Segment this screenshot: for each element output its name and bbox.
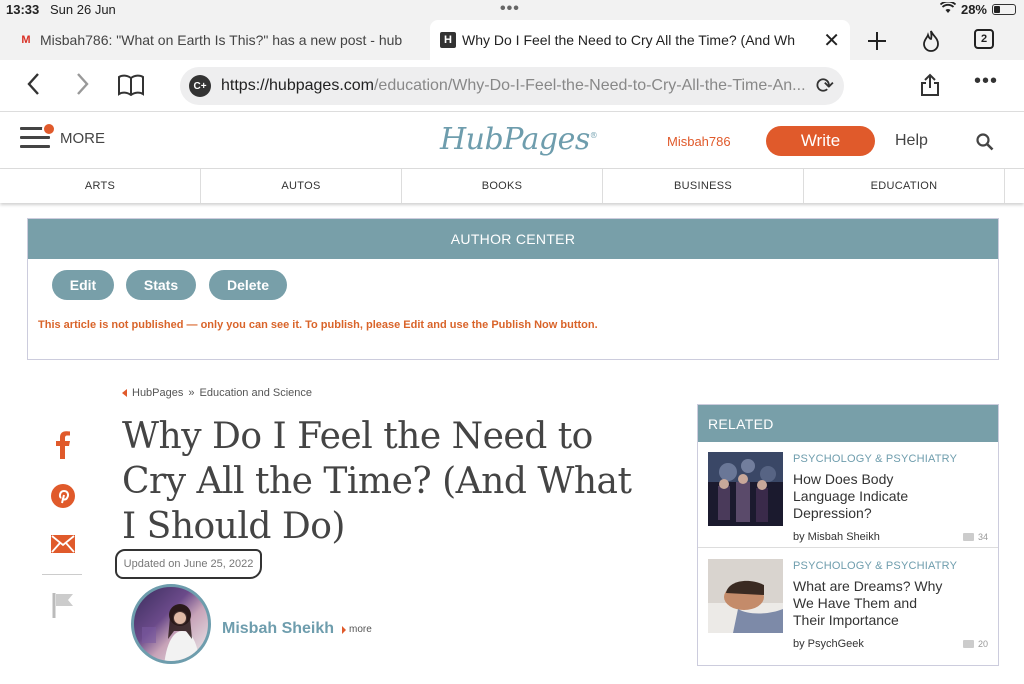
edit-button[interactable]: Edit <box>52 270 114 300</box>
breadcrumb-home[interactable]: HubPages <box>132 387 183 399</box>
category-books[interactable]: BOOKS <box>402 169 603 203</box>
updated-date: Updated on June 25, 2022 <box>115 549 262 579</box>
related-author[interactable]: by Misbah Sheikh <box>793 531 880 543</box>
related-title[interactable]: How Does Body Language Indicate Depressi… <box>793 471 943 522</box>
tab-gmail[interactable]: M Misbah786: "What on Earth Is This?" ha… <box>18 20 428 60</box>
url-text[interactable]: https://hubpages.com/education/Why-Do-I-… <box>221 77 806 95</box>
more-menu-label[interactable]: MORE <box>60 130 105 147</box>
back-icon[interactable] <box>26 72 40 103</box>
related-author[interactable]: by PsychGeek <box>793 638 864 650</box>
related-item[interactable]: PSYCHOLOGY & PSYCHIATRY How Does Body La… <box>698 442 998 548</box>
author-name-link[interactable]: Misbah Sheikh <box>222 620 334 638</box>
comment-count: 34 <box>962 532 988 542</box>
related-category[interactable]: PSYCHOLOGY & PSYCHIATRY <box>793 453 957 465</box>
tab-active-article[interactable]: H Why Do I Feel the Need to Cry All the … <box>430 20 850 60</box>
help-link[interactable]: Help <box>895 132 928 150</box>
search-icon[interactable] <box>976 133 994 151</box>
tab-count-button[interactable]: 2 <box>974 29 994 49</box>
related-title[interactable]: What are Dreams? Why We Have Them and Th… <box>793 578 943 629</box>
share-divider <box>42 574 82 575</box>
stats-button[interactable]: Stats <box>126 270 196 300</box>
new-tab-icon[interactable] <box>862 28 892 54</box>
author-more-link[interactable]: more <box>342 624 372 635</box>
comment-count: 20 <box>962 639 988 649</box>
hubpages-logo[interactable]: HubPages® <box>440 122 598 157</box>
site-header: MORE HubPages® Misbah786 Write Help <box>0 112 1024 169</box>
back-arrow-icon <box>122 389 127 397</box>
breadcrumb: HubPages » Education and Science <box>122 387 312 399</box>
author-center-heading: AUTHOR CENTER <box>28 219 998 259</box>
write-button[interactable]: Write <box>766 126 875 156</box>
delete-button[interactable]: Delete <box>209 270 287 300</box>
battery-percent: 28% <box>960 2 987 17</box>
gmail-icon: M <box>21 34 31 46</box>
clock: 13:33 <box>6 2 40 17</box>
reload-icon[interactable]: ⟳ <box>816 73 834 99</box>
related-item[interactable]: PSYCHOLOGY & PSYCHIATRY What are Dreams?… <box>698 549 998 655</box>
comment-bubble-icon <box>962 640 974 648</box>
breadcrumb-section[interactable]: Education and Science <box>200 387 313 399</box>
category-nav: ARTS AUTOS BOOKS BUSINESS EDUCATION <box>0 169 1024 203</box>
author-avatar[interactable] <box>131 584 211 664</box>
related-category[interactable]: PSYCHOLOGY & PSYCHIATRY <box>793 560 957 572</box>
ios-status-bar: 13:33 Sun 26 Jun ••• 28% <box>0 0 1024 20</box>
related-panel: RELATED PSYCHOLOGY & PSYCHIATRY How Does… <box>697 404 999 666</box>
related-thumbnail-crowd <box>708 452 783 526</box>
hubpages-favicon-icon: H <box>440 32 456 48</box>
related-heading: RELATED <box>698 405 998 442</box>
unpublished-warning: This article is not published — only you… <box>38 319 598 331</box>
flag-icon[interactable] <box>48 590 78 620</box>
author-center-panel: AUTHOR CENTER Edit Stats Delete This art… <box>27 218 999 360</box>
browser-nav-bar: C+ https://hubpages.com/education/Why-Do… <box>0 60 1024 112</box>
address-bar[interactable]: C+ https://hubpages.com/education/Why-Do… <box>180 67 844 105</box>
more-options-icon[interactable]: ••• <box>974 70 998 93</box>
category-arts[interactable]: ARTS <box>0 169 201 203</box>
date: Sun 26 Jun <box>50 2 116 17</box>
username-link[interactable]: Misbah786 <box>667 134 731 149</box>
multitasking-dots[interactable]: ••• <box>500 0 520 18</box>
email-icon[interactable] <box>48 529 78 559</box>
category-autos[interactable]: AUTOS <box>201 169 402 203</box>
site-badge-icon: C+ <box>189 75 211 97</box>
facebook-icon[interactable] <box>48 430 78 460</box>
bookmarks-icon[interactable] <box>118 74 144 103</box>
pinterest-icon[interactable] <box>48 481 78 511</box>
forward-icon[interactable] <box>76 72 90 103</box>
battery-icon <box>992 4 1016 15</box>
wifi-icon <box>939 0 957 17</box>
more-arrow-icon <box>342 625 346 634</box>
breadcrumb-separator: » <box>188 387 195 399</box>
status-icons: 28% <box>939 0 1016 17</box>
related-thumbnail-sleeper <box>708 559 783 633</box>
close-tab-icon[interactable]: ✕ <box>823 28 840 53</box>
category-business[interactable]: BUSINESS <box>603 169 804 203</box>
article-title: Why Do I Feel the Need to Cry All the Ti… <box>122 416 632 547</box>
comment-bubble-icon <box>962 533 974 541</box>
notification-dot-icon <box>42 122 56 136</box>
tab-label: Why Do I Feel the Need to Cry All the Ti… <box>462 32 796 48</box>
category-education[interactable]: EDUCATION <box>804 169 1005 203</box>
share-icon[interactable] <box>920 73 940 104</box>
fire-icon[interactable] <box>916 28 946 54</box>
tab-label: Misbah786: "What on Earth Is This?" has … <box>40 32 403 48</box>
